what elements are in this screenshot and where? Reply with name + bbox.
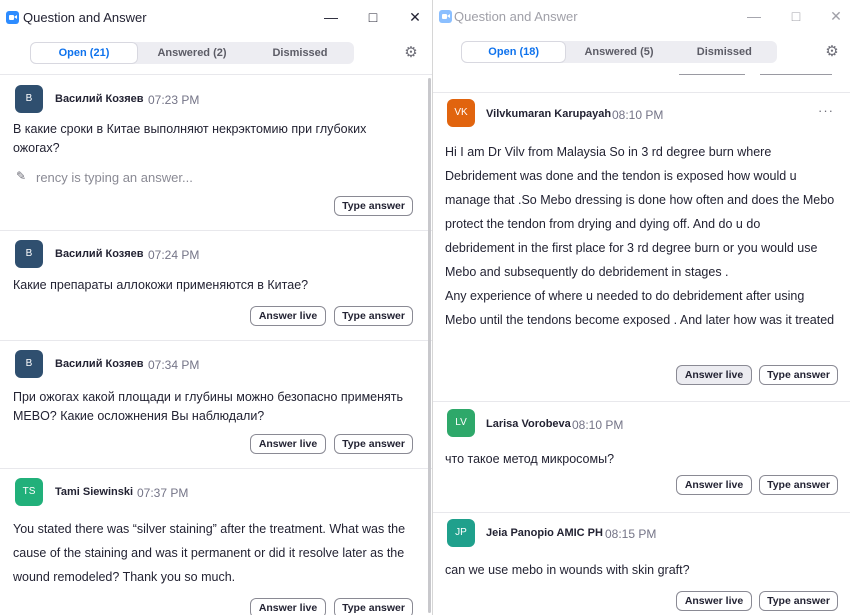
asker-name: Vilvkumaran Karupayah [486, 108, 612, 120]
maximize-icon[interactable]: □ [362, 6, 384, 28]
question-card: В Василий Козяев 07:24 PM Какие препарат… [0, 230, 432, 340]
question-text: В какие сроки в Китае выполняют некрэкто… [13, 122, 367, 155]
asker-name: Василий Козяев [55, 93, 144, 105]
tab-open[interactable]: Open (21) [30, 42, 138, 64]
gear-icon[interactable]: ⚙ [403, 45, 419, 61]
window-title: Question and Answer [23, 10, 147, 25]
type-answer-button[interactable]: Type answer [759, 365, 838, 385]
answer-live-button[interactable]: Answer live [676, 365, 752, 385]
title-bar: Question and Answer — □ ✕ [0, 0, 432, 34]
avatar: TS [15, 478, 43, 506]
tab-open[interactable]: Open (18) [461, 41, 567, 63]
tab-dismissed[interactable]: Dismissed [246, 42, 354, 64]
question-time: 08:10 PM [612, 108, 664, 122]
question-card: JP Jeia Panopio AMIC PH 08:15 PM can we … [433, 512, 850, 615]
close-icon[interactable]: ✕ [825, 5, 847, 27]
type-answer-button[interactable]: Type answer [334, 598, 413, 615]
avatar: JP [447, 519, 475, 547]
tab-dismissed[interactable]: Dismissed [672, 41, 777, 63]
question-time: 08:15 PM [605, 527, 657, 541]
question-card: TS Tami Siewinski 07:37 PM You stated th… [0, 468, 432, 615]
answer-live-button[interactable]: Answer live [676, 475, 752, 495]
question-time: 07:37 PM [137, 486, 189, 500]
avatar: В [15, 240, 43, 268]
question-card: В Василий Козяев 07:34 PM При ожогах как… [0, 340, 432, 468]
type-answer-button[interactable]: Type answer [759, 591, 838, 611]
tab-answered[interactable]: Answered (2) [138, 42, 246, 64]
question-time: 07:24 PM [148, 248, 200, 262]
asker-name: Larisa Vorobeva [486, 418, 571, 430]
question-time: 07:23 PM [148, 93, 200, 107]
partial-button-edge [760, 74, 832, 75]
question-text: При ожогах какой площади и глубины можно… [13, 390, 404, 423]
partial-button-edge [679, 74, 745, 75]
tab-bar: Open (21) Answered (2) Dismissed [30, 42, 354, 64]
qa-window-left: Question and Answer — □ ✕ Open (21) Answ… [0, 0, 432, 615]
answer-live-button[interactable]: Answer live [250, 306, 326, 326]
more-options-icon[interactable]: ··· [818, 103, 834, 118]
type-answer-button[interactable]: Type answer [334, 306, 413, 326]
question-text: Hi I am Dr Vilv from Malaysia So in 3 rd… [445, 145, 835, 327]
avatar: LV [447, 409, 475, 437]
scrollbar[interactable] [428, 78, 431, 613]
question-card: VK Vilvkumaran Karupayah 08:10 PM ··· Hi… [433, 92, 850, 401]
tab-answered[interactable]: Answered (5) [566, 41, 671, 63]
zoom-logo-icon [6, 11, 19, 24]
answer-live-button[interactable]: Answer live [676, 591, 752, 611]
zoom-logo-icon [439, 10, 452, 23]
type-answer-button[interactable]: Type answer [334, 434, 413, 454]
question-time: 08:10 PM [572, 418, 624, 432]
answer-live-button[interactable]: Answer live [250, 598, 326, 615]
asker-name: Tami Siewinski [55, 486, 134, 498]
answer-live-button[interactable]: Answer live [250, 434, 326, 454]
qa-window-right: Question and Answer — □ ✕ Open (18) Answ… [433, 0, 850, 615]
minimize-icon[interactable]: — [743, 5, 765, 27]
avatar: В [15, 350, 43, 378]
question-text: Какие препараты аллокожи применяются в К… [13, 278, 309, 292]
minimize-icon[interactable]: — [320, 6, 342, 28]
question-time: 07:34 PM [148, 358, 200, 372]
type-answer-button[interactable]: Type answer [759, 475, 838, 495]
close-icon[interactable]: ✕ [404, 6, 426, 28]
maximize-icon[interactable]: □ [785, 5, 807, 27]
gear-icon[interactable]: ⚙ [824, 44, 840, 60]
question-card: LV Larisa Vorobeva 08:10 PM что такое ме… [433, 401, 850, 512]
asker-name: Василий Козяев [55, 248, 144, 260]
question-text: что такое метод микросомы? [445, 452, 615, 466]
asker-name: Jeia Panopio AMIC PH [486, 527, 603, 539]
type-answer-button[interactable]: Type answer [334, 196, 413, 216]
window-title: Question and Answer [454, 9, 578, 24]
title-bar: Question and Answer — □ ✕ [433, 0, 850, 34]
typing-indicator: rency is typing an answer... [36, 170, 193, 185]
question-text: can we use mebo in wounds with skin graf… [445, 563, 690, 577]
avatar: VK [447, 99, 475, 127]
question-text: You stated there was “silver staining” a… [13, 522, 406, 584]
pencil-icon: ✎ [16, 169, 27, 183]
question-card: В Василий Козяев 07:23 PM В какие сроки … [0, 74, 432, 230]
tab-bar: Open (18) Answered (5) Dismissed [461, 41, 777, 63]
asker-name: Василий Козяев [55, 358, 144, 370]
avatar: В [15, 85, 43, 113]
